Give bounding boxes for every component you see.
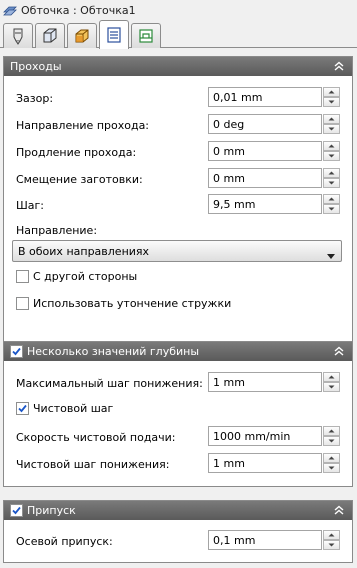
chip-thinning-checkbox-row[interactable]: Использовать утончение стружки: [16, 297, 231, 310]
step-label: Шаг:: [16, 199, 44, 212]
passes-panel-header[interactable]: Проходы: [4, 57, 352, 76]
title-bar: Обточка : Обточка1: [0, 0, 357, 20]
spin-up-icon[interactable]: [323, 141, 340, 151]
multiple-depths-panel-header[interactable]: Несколько значений глубины: [4, 342, 352, 361]
spin-up-icon[interactable]: [323, 372, 340, 382]
finishing-feed-label: Скорость чистовой подачи:: [16, 431, 176, 444]
tab-strip: [0, 20, 357, 49]
tab-passes[interactable]: [99, 20, 129, 49]
clearance-spinner[interactable]: [323, 87, 340, 107]
checkmark-icon: [12, 347, 21, 356]
clearance-field[interactable]: 0,01 mm: [208, 87, 322, 107]
checkmark-icon: [12, 506, 21, 515]
spin-down-icon[interactable]: [323, 178, 340, 188]
collapse-icon[interactable]: [332, 59, 346, 73]
spin-up-icon[interactable]: [323, 114, 340, 124]
other-side-label: С другой стороны: [33, 270, 138, 283]
multiple-depths-panel-title: Несколько значений глубины: [27, 345, 200, 358]
multiple-depths-checkbox[interactable]: [10, 345, 23, 358]
spin-up-icon[interactable]: [323, 168, 340, 178]
axial-stock-field[interactable]: 0,1 mm: [208, 530, 322, 550]
spin-down-icon[interactable]: [323, 124, 340, 134]
finishing-step-checkbox[interactable]: [16, 402, 29, 415]
step-field[interactable]: 9,5 mm: [208, 194, 322, 214]
spin-down-icon[interactable]: [323, 382, 340, 392]
linking-icon: [139, 29, 153, 43]
stock-offset-spinner[interactable]: [323, 168, 340, 188]
stock-offset-field[interactable]: 0 mm: [208, 168, 322, 188]
toolpath-icon: [3, 6, 17, 16]
tab-heights[interactable]: [67, 23, 97, 48]
geometry-icon: [43, 28, 57, 43]
chip-thinning-checkbox[interactable]: [16, 297, 29, 310]
finishing-step-label: Чистовой шаг: [33, 402, 114, 415]
heights-icon: [75, 29, 89, 43]
finishing-stepdown-field[interactable]: 1 mm: [208, 453, 322, 473]
finishing-stepdown-label: Чистовой шаг понижения:: [16, 458, 170, 471]
spin-up-icon[interactable]: [323, 453, 340, 463]
tab-linking[interactable]: [131, 23, 161, 48]
passes-icon: [107, 27, 121, 43]
stock-to-leave-panel: Припуск Осевой припуск: 0,1 mm: [3, 500, 353, 563]
spin-up-icon[interactable]: [323, 530, 340, 540]
finishing-feed-spinner[interactable]: [323, 426, 340, 446]
other-side-checkbox-row[interactable]: С другой стороны: [16, 270, 137, 283]
other-side-checkbox[interactable]: [16, 270, 29, 283]
stock-to-leave-panel-title: Припуск: [27, 504, 76, 517]
spin-down-icon[interactable]: [323, 540, 340, 550]
window-title: Обточка : Обточка1: [21, 3, 136, 17]
tab-geometry[interactable]: [35, 23, 65, 48]
passes-panel-title: Проходы: [10, 60, 62, 73]
extension-spinner[interactable]: [323, 141, 340, 161]
spin-down-icon[interactable]: [323, 436, 340, 446]
spin-down-icon[interactable]: [323, 204, 340, 214]
axial-stock-label: Осевой припуск:: [16, 535, 113, 548]
stock-to-leave-checkbox[interactable]: [10, 504, 23, 517]
spin-down-icon[interactable]: [323, 97, 340, 107]
direction-select-label: Направление:: [16, 224, 98, 237]
finishing-step-checkbox-row[interactable]: Чистовой шаг: [16, 402, 113, 415]
step-spinner[interactable]: [323, 194, 340, 214]
tab-tool[interactable]: [3, 23, 33, 48]
spin-down-icon[interactable]: [323, 463, 340, 473]
spin-up-icon[interactable]: [323, 194, 340, 204]
stock-offset-label: Смещение заготовки:: [16, 173, 143, 186]
spin-down-icon[interactable]: [323, 151, 340, 161]
passes-panel: Проходы Зазор: 0,01 mm Направление прохо…: [3, 56, 353, 348]
clearance-label: Зазор:: [16, 92, 54, 105]
direction-select-value: В обоих направлениях: [18, 244, 150, 258]
direction-select[interactable]: В обоих направлениях: [12, 240, 342, 262]
finishing-feed-field[interactable]: 1000 mm/min: [208, 426, 322, 446]
spin-up-icon[interactable]: [323, 87, 340, 97]
max-stepdown-spinner[interactable]: [323, 372, 340, 392]
checkmark-icon: [18, 404, 27, 413]
stock-to-leave-panel-header[interactable]: Припуск: [4, 501, 352, 520]
direction-spinner[interactable]: [323, 114, 340, 134]
extension-label: Продление прохода:: [16, 146, 137, 159]
collapse-icon[interactable]: [332, 344, 346, 358]
chip-thinning-label: Использовать утончение стружки: [33, 297, 232, 310]
extension-field[interactable]: 0 mm: [208, 141, 322, 161]
max-stepdown-field[interactable]: 1 mm: [208, 372, 322, 392]
spin-up-icon[interactable]: [323, 426, 340, 436]
direction-field[interactable]: 0 deg: [208, 114, 322, 134]
collapse-icon[interactable]: [332, 503, 346, 517]
direction-label: Направление прохода:: [16, 119, 150, 132]
axial-stock-spinner[interactable]: [323, 530, 340, 550]
max-stepdown-label: Максимальный шаг понижения:: [16, 377, 203, 390]
tool-icon: [13, 28, 23, 45]
chevron-down-icon: [327, 249, 335, 262]
finishing-stepdown-spinner[interactable]: [323, 453, 340, 473]
multiple-depths-panel: Несколько значений глубины Максимальный …: [3, 341, 353, 487]
